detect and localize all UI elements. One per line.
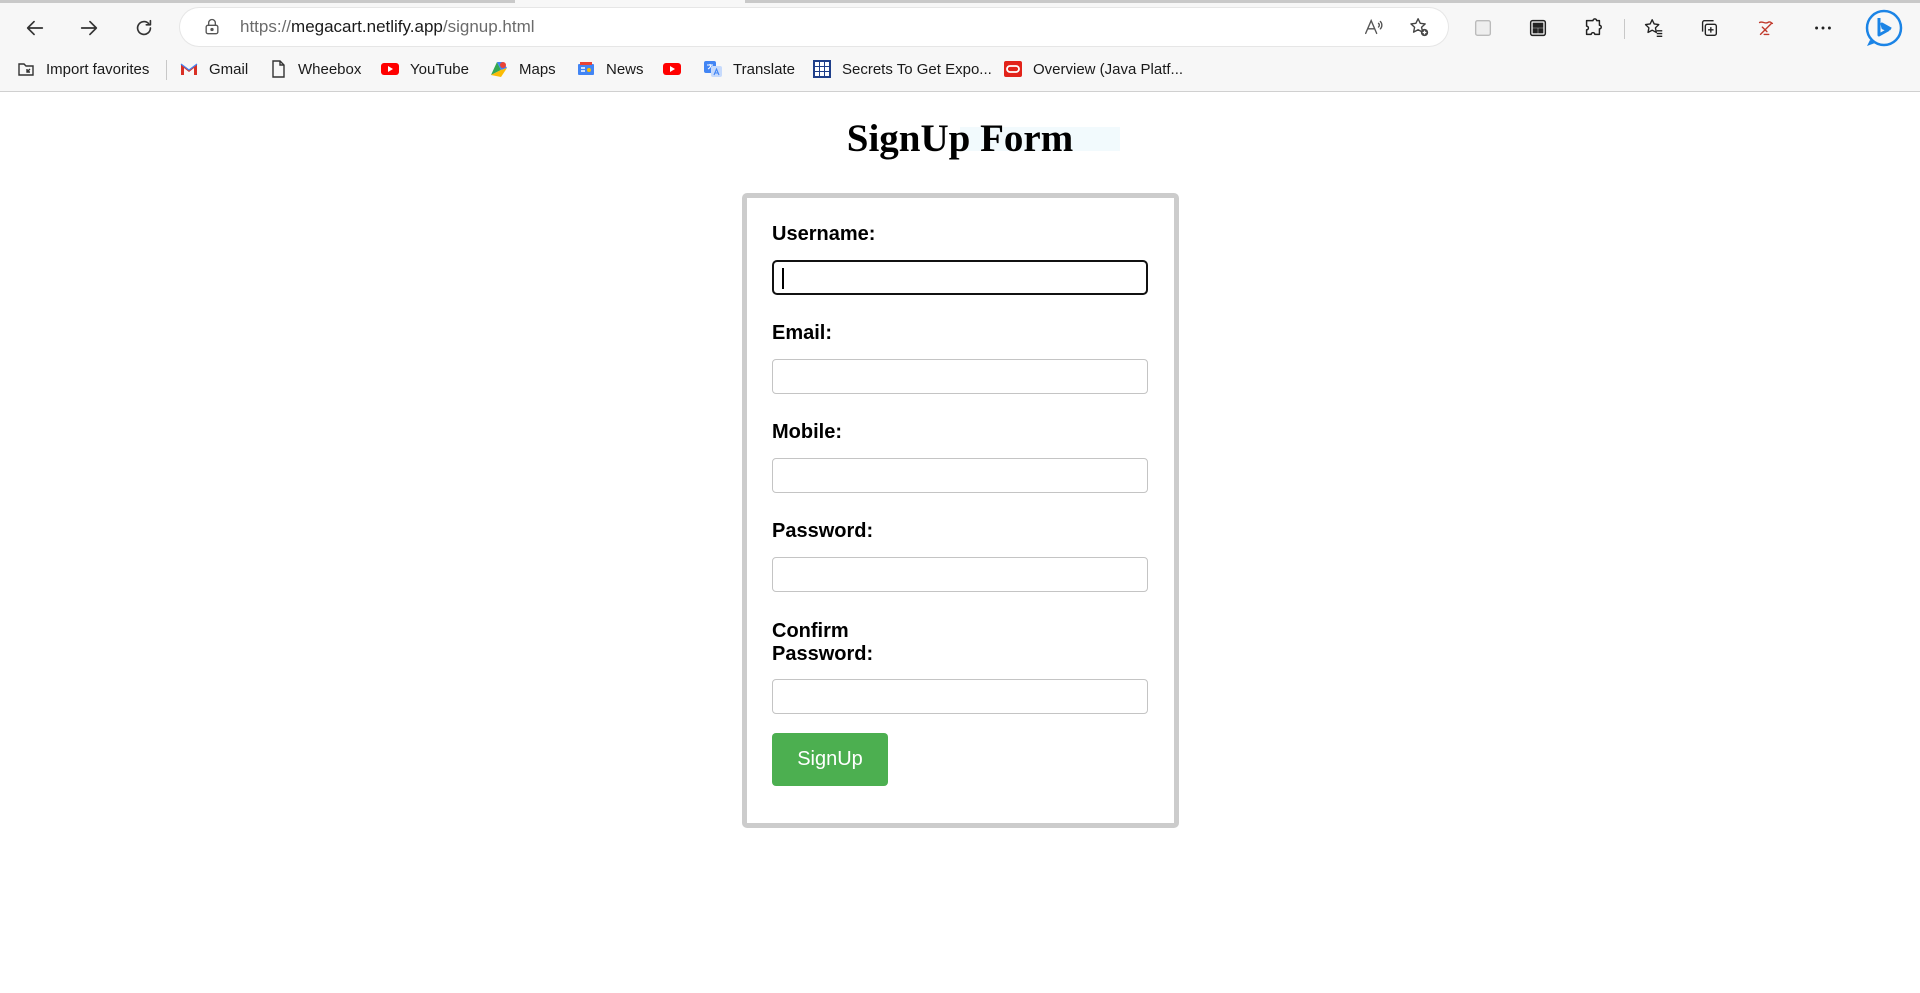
arrow-right-icon: [80, 20, 98, 36]
lock-icon: [205, 18, 219, 35]
add-favorite-button[interactable]: [1406, 14, 1432, 40]
profile-extension-button[interactable]: [1750, 12, 1782, 44]
address-bar[interactable]: https://megacart.netlify.app/signup.html: [180, 8, 1448, 46]
favorite-translate[interactable]: Translate: [703, 56, 795, 82]
favorite-label: YouTube: [410, 60, 469, 78]
crossed-tool-icon: [1758, 21, 1774, 36]
browser-chrome: https://megacart.netlify.app/signup.html: [0, 0, 1920, 92]
favorites-divider: [166, 60, 167, 80]
signup-form: Username: Email: Mobile: Password: Confi…: [742, 193, 1179, 828]
forward-button[interactable]: [71, 10, 107, 46]
extensions-button[interactable]: [1577, 12, 1609, 44]
grid-icon: [812, 59, 832, 79]
bing-chat-button[interactable]: [1864, 8, 1904, 48]
favorite-label: Import favorites: [46, 60, 150, 78]
confirm-password-label: Confirm Password:: [772, 620, 874, 665]
confirm-password-input[interactable]: [772, 679, 1148, 714]
gmail-icon: [179, 59, 199, 79]
favorite-import[interactable]: Import favorites: [16, 56, 149, 82]
news-icon: [576, 59, 596, 79]
favorite-label: Maps: [519, 60, 556, 78]
url-text[interactable]: https://megacart.netlify.app/signup.html: [240, 17, 535, 37]
email-label: Email:: [772, 322, 833, 344]
email-input[interactable]: [772, 359, 1148, 394]
back-button[interactable]: [17, 10, 53, 46]
import-favorites-icon: [16, 59, 36, 79]
favorite-youtube-2[interactable]: [662, 56, 692, 82]
workspaces-button[interactable]: [1522, 12, 1554, 44]
favorite-maps[interactable]: Maps: [489, 56, 556, 82]
text-caret: [782, 268, 784, 289]
youtube-icon: [380, 59, 400, 79]
favorites-star-icon: [1644, 19, 1663, 37]
favorite-oracle[interactable]: Overview (Java Platf...: [1003, 56, 1183, 82]
arrow-left-icon: [26, 20, 44, 36]
read-aloud-button[interactable]: [1360, 14, 1386, 40]
favorite-wheebox[interactable]: Wheebox: [268, 56, 361, 82]
more-dots-icon: [1815, 26, 1831, 30]
favorite-label: News: [606, 60, 644, 78]
favorite-label: Secrets To Get Expo...: [842, 60, 992, 78]
tab-strip: [0, 0, 1920, 3]
collections-button[interactable]: [1693, 12, 1725, 44]
password-input[interactable]: [772, 557, 1148, 592]
password-label: Password:: [772, 520, 874, 542]
bing-icon: [1865, 9, 1903, 47]
puzzle-icon: [1585, 18, 1602, 36]
username-input[interactable]: [772, 260, 1148, 295]
browser-toolbar: https://megacart.netlify.app/signup.html: [0, 4, 1920, 50]
translate-icon: [703, 59, 723, 79]
page-icon: [268, 59, 288, 79]
oracle-icon: [1003, 59, 1023, 79]
workspaces-icon: [1529, 19, 1547, 37]
mobile-input[interactable]: [772, 458, 1148, 493]
collections-icon: [1701, 19, 1718, 37]
favorite-label: Wheebox: [298, 60, 362, 78]
favorites-bar: Import favorites Gmail Wheebox YouTube M…: [0, 54, 1920, 84]
star-add-icon: [1410, 18, 1429, 37]
split-screen-button[interactable]: [1467, 12, 1499, 44]
url-host: megacart.netlify.app: [291, 17, 443, 36]
mobile-label: Mobile:: [772, 421, 842, 443]
title-wrap: SignUp Form: [0, 116, 1920, 162]
read-aloud-icon: [1364, 18, 1383, 35]
favorite-label: Translate: [733, 60, 795, 78]
favorite-label: Gmail: [209, 60, 249, 78]
favorite-youtube[interactable]: YouTube: [380, 56, 469, 82]
favorite-news[interactable]: News: [576, 56, 644, 82]
maps-icon: [489, 59, 509, 79]
favorite-gmail[interactable]: Gmail: [179, 56, 248, 82]
refresh-button[interactable]: [126, 10, 162, 46]
youtube-icon: [662, 59, 682, 79]
split-screen-icon: [1474, 19, 1492, 37]
username-label: Username:: [772, 223, 876, 245]
favorite-secrets[interactable]: Secrets To Get Expo...: [812, 56, 992, 82]
url-path: /signup.html: [442, 17, 535, 36]
favorite-label: Overview (Java Platf...: [1033, 60, 1184, 78]
url-prefix: https://: [240, 17, 292, 36]
page-content: SignUp Form Username: Email: Mobile: Pas…: [0, 92, 1920, 993]
signup-button[interactable]: SignUp: [772, 733, 888, 786]
more-menu-button[interactable]: [1807, 12, 1839, 44]
page-title: SignUp Form: [846, 117, 1074, 160]
favorites-button[interactable]: [1638, 12, 1670, 44]
refresh-icon: [136, 19, 152, 36]
